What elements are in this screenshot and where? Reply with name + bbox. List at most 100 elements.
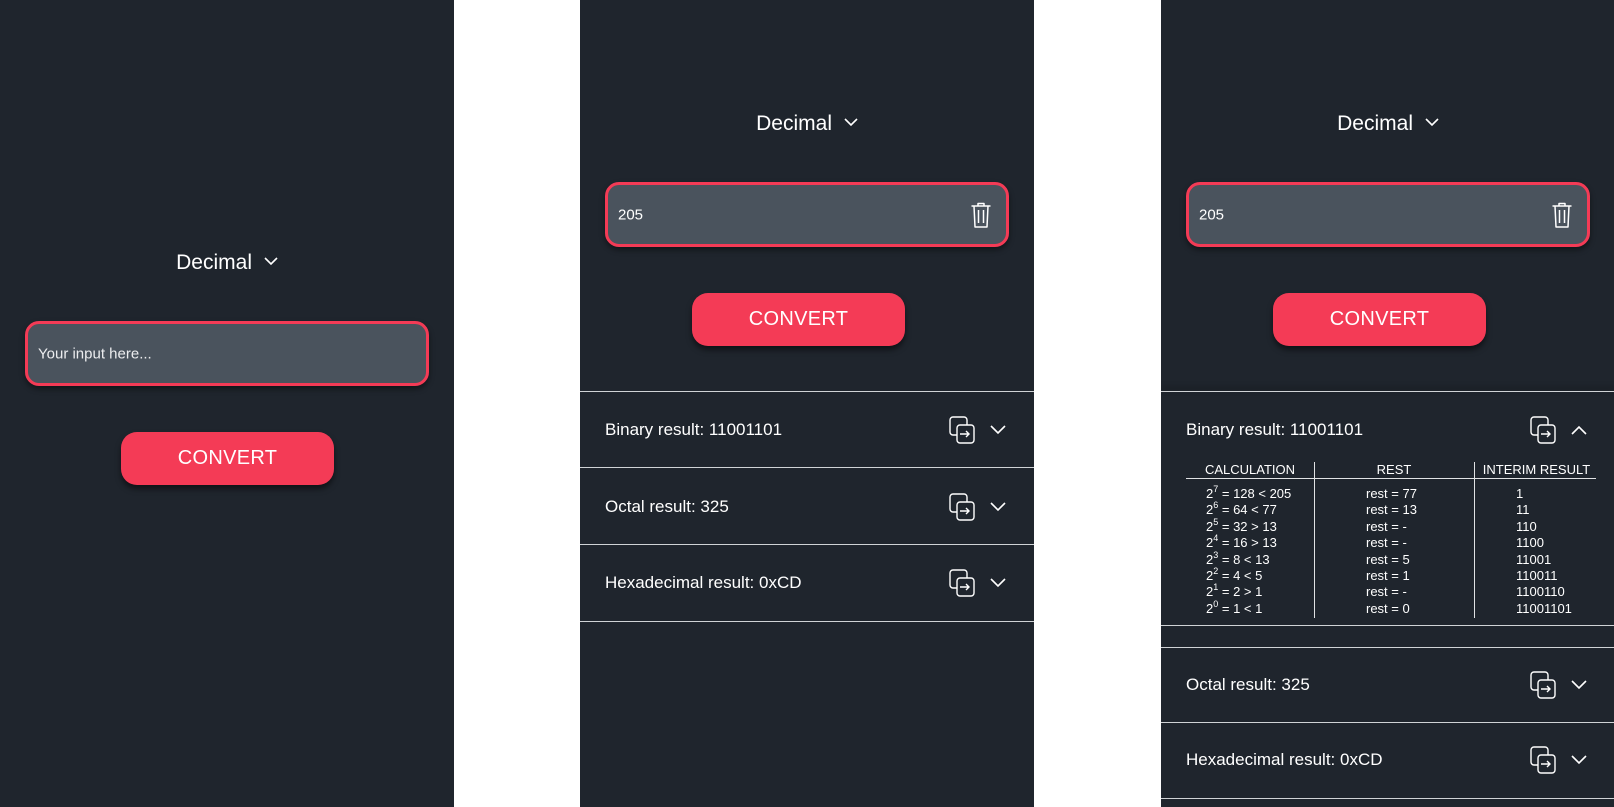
- comparison-text: = 8 < 13: [1218, 551, 1270, 567]
- copy-icon[interactable]: [949, 416, 975, 444]
- result-row-binary[interactable]: Binary result: 11001101: [580, 393, 1034, 467]
- result-row-octal[interactable]: Octal result: 325: [1161, 648, 1614, 722]
- chevron-up-icon[interactable]: [1571, 425, 1587, 435]
- number-input[interactable]: 205: [605, 182, 1009, 247]
- base-selector-label: Decimal: [1337, 112, 1413, 135]
- divider: [1161, 391, 1614, 392]
- rest-cell: rest = -: [1366, 518, 1407, 534]
- screen-results-collapsed: Decimal 205 CONVERT Binary result: 11001…: [580, 0, 1034, 807]
- table-row: 21 = 2 > 1 rest = - 1100110: [1186, 582, 1598, 600]
- copy-icon[interactable]: [1530, 746, 1556, 774]
- table-header-interim-result: INTERIM RESULT: [1482, 462, 1591, 477]
- rest-cell: rest = 5: [1366, 551, 1410, 567]
- rest-cell: rest = 0: [1366, 600, 1410, 616]
- input-value: 205: [618, 206, 644, 223]
- power-exponent: 2: [1213, 566, 1219, 576]
- result-label: Binary result: 11001101: [1186, 420, 1364, 439]
- interim-result-cell: 11001: [1516, 551, 1552, 567]
- calculation-cell: 24 = 16 > 13: [1206, 533, 1277, 551]
- comparison-text: = 32 > 13: [1218, 518, 1277, 534]
- chevron-down-icon[interactable]: [990, 578, 1006, 588]
- trash-icon[interactable]: [1551, 201, 1573, 229]
- table-row: 23 = 8 < 13 rest = 5 11001: [1186, 549, 1598, 568]
- number-input[interactable]: Your input here...: [25, 321, 429, 386]
- rest-cell: rest = -: [1366, 535, 1407, 551]
- interim-result-cell: 11: [1516, 502, 1530, 518]
- copy-icon[interactable]: [949, 493, 975, 521]
- power-exponent: 6: [1213, 500, 1219, 511]
- result-label: Hexadecimal result: 0xCD: [605, 573, 802, 592]
- result-label: Octal result: 325: [605, 497, 729, 516]
- power-exponent: 0: [1213, 598, 1219, 609]
- copy-icon[interactable]: [1530, 671, 1556, 699]
- table-header-calculation: CALCULATION: [1204, 462, 1296, 477]
- number-input[interactable]: 205: [1186, 182, 1590, 247]
- result-label: Hexadecimal result: 0xCD: [1186, 750, 1383, 769]
- chevron-down-icon[interactable]: [1571, 680, 1587, 690]
- table-header-rule: [1186, 478, 1596, 479]
- power-exponent: 3: [1213, 549, 1219, 560]
- base-selector-label: Decimal: [176, 251, 252, 274]
- result-label: Octal result: 325: [1186, 675, 1310, 694]
- copy-icon[interactable]: [1530, 416, 1556, 444]
- rest-cell: rest = 13: [1366, 502, 1417, 518]
- chevron-down-icon: [264, 257, 278, 266]
- interim-result-cell: 110: [1516, 518, 1537, 534]
- chevron-down-icon: [844, 118, 858, 127]
- calculation-cell: 21 = 2 > 1: [1206, 582, 1263, 600]
- divider: [580, 544, 1034, 545]
- table-row: 26 = 64 < 77 rest = 13 11: [1186, 500, 1598, 518]
- chevron-down-icon[interactable]: [990, 502, 1006, 512]
- table-row: 20 = 1 < 1 rest = 0 11001101: [1186, 598, 1598, 617]
- chevron-down-icon[interactable]: [990, 425, 1006, 435]
- convert-button[interactable]: CONVERT: [692, 293, 905, 346]
- rest-cell: rest = 77: [1366, 486, 1417, 501]
- comparison-text: = 16 > 13: [1218, 535, 1277, 551]
- comparison-text: = 4 < 5: [1218, 568, 1263, 583]
- base-selector[interactable]: Decimal: [1161, 112, 1614, 136]
- result-row-hexadecimal[interactable]: Hexadecimal result: 0xCD: [1161, 723, 1614, 797]
- table-row: 24 = 16 > 13 rest = - 1100: [1186, 533, 1598, 551]
- input-placeholder: Your input here...: [38, 345, 152, 362]
- table-row: 25 = 32 > 13 rest = -110: [1186, 517, 1598, 535]
- chevron-down-icon[interactable]: [1571, 755, 1587, 765]
- base-selector[interactable]: Decimal: [580, 112, 1034, 136]
- calculation-cell: 20 = 1 < 1: [1206, 598, 1263, 617]
- interim-result-cell: 1: [1516, 486, 1524, 501]
- result-row-octal[interactable]: Octal result: 325: [580, 470, 1034, 544]
- divider: [580, 391, 1034, 392]
- trash-icon[interactable]: [970, 201, 992, 229]
- table-row: 27 = 128 < 205 rest = 77 1: [1186, 484, 1598, 502]
- screen-empty-input: Decimal Your input here... CONVERT: [0, 0, 454, 807]
- calculation-cell: 26 = 64 < 77: [1206, 500, 1277, 518]
- comparison-text: = 1 < 1: [1218, 600, 1263, 616]
- convert-button[interactable]: CONVERT: [1273, 293, 1486, 346]
- chevron-down-icon: [1425, 118, 1439, 127]
- base-selector[interactable]: Decimal: [0, 251, 454, 275]
- divider: [580, 467, 1034, 468]
- comparison-text: = 64 < 77: [1218, 502, 1277, 518]
- divider: [580, 621, 1034, 622]
- base-selector-label: Decimal: [756, 112, 832, 135]
- binary-calculation-table: CALCULATION REST INTERIM RESULT 27 = 128…: [1186, 462, 1598, 618]
- divider: [1161, 625, 1614, 626]
- divider: [1161, 798, 1614, 799]
- comparison-text: = 2 > 1: [1218, 584, 1263, 600]
- rest-cell: rest = 1: [1366, 568, 1410, 583]
- table-header-rest: REST: [1376, 462, 1412, 477]
- result-row-binary[interactable]: Binary result: 11001101: [1161, 393, 1614, 467]
- table-row: 22 = 4 < 5 rest = 1 110011: [1186, 566, 1598, 584]
- interim-result-cell: 1100: [1516, 535, 1544, 551]
- calculation-cell: 27 = 128 < 205: [1206, 484, 1291, 502]
- input-value: 205: [1199, 206, 1225, 223]
- interim-result-cell: 110011: [1516, 568, 1558, 583]
- result-row-hexadecimal[interactable]: Hexadecimal result: 0xCD: [580, 546, 1034, 620]
- screen-results-expanded: Decimal 205 CONVERT Binary result: 11001…: [1161, 0, 1614, 807]
- copy-icon[interactable]: [949, 569, 975, 597]
- power-exponent: 4: [1213, 533, 1219, 544]
- power-exponent: 1: [1213, 582, 1219, 593]
- power-exponent: 7: [1213, 484, 1219, 494]
- convert-button[interactable]: CONVERT: [121, 432, 334, 485]
- rest-cell: rest = -: [1366, 584, 1407, 600]
- interim-result-cell: 11001101: [1516, 600, 1572, 616]
